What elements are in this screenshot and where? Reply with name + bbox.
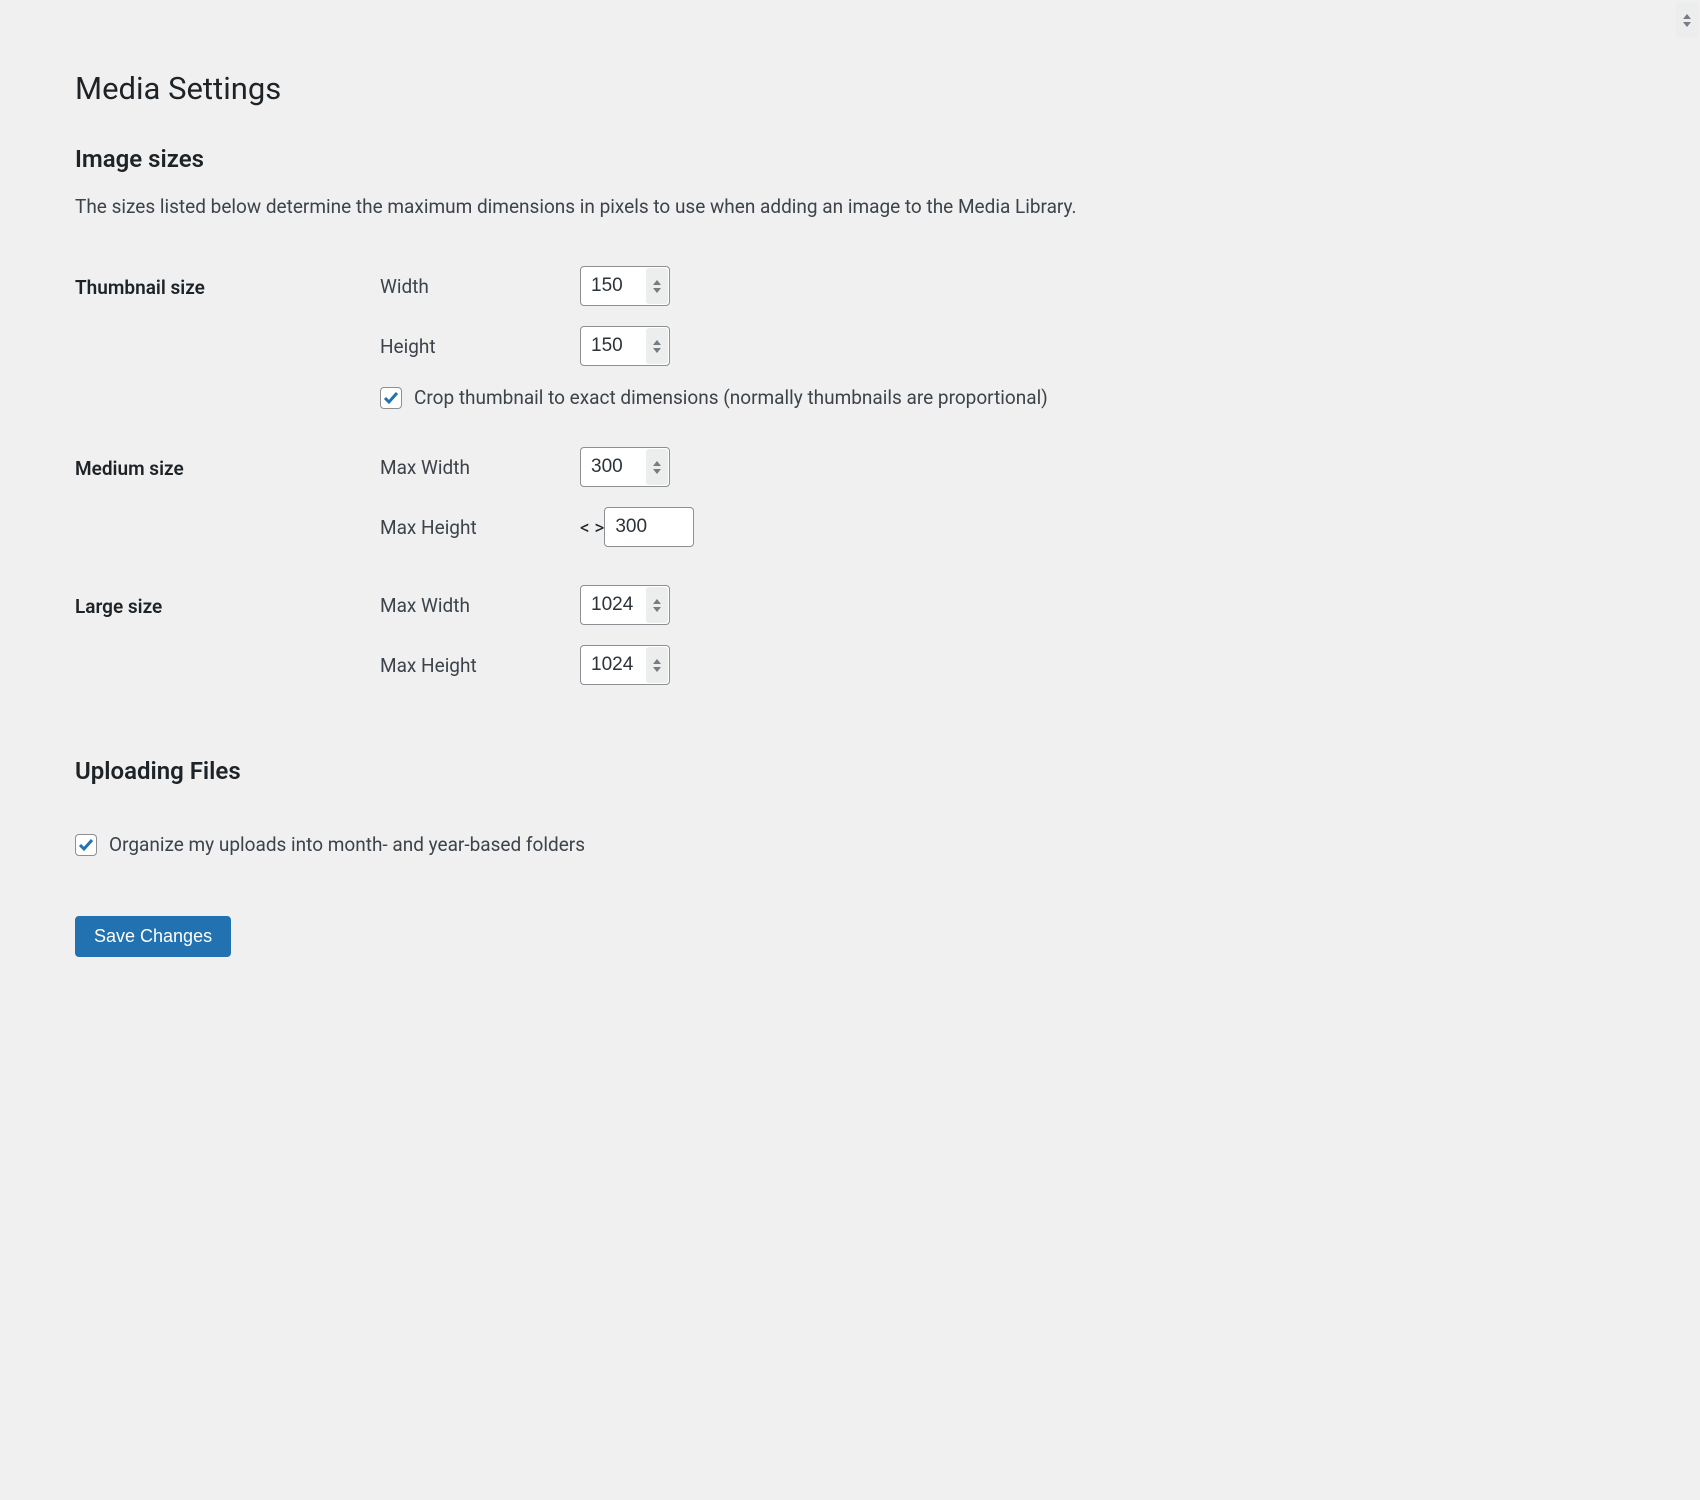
stepper-icon[interactable] <box>646 449 668 485</box>
large-group-label: Large size <box>75 585 380 723</box>
chevron-up-icon <box>653 280 661 285</box>
page-title: Media Settings <box>75 70 1625 107</box>
stepper-icon[interactable] <box>646 587 668 623</box>
organize-uploads-label: Organize my uploads into month- and year… <box>109 833 585 856</box>
chevron-up-icon <box>1683 14 1691 19</box>
thumbnail-height-label: Height <box>380 335 580 358</box>
settings-table: Thumbnail size Width Height <box>75 266 1625 723</box>
chevron-down-icon <box>1683 22 1691 27</box>
chevron-up-icon <box>653 340 661 345</box>
image-sizes-description: The sizes listed below determine the max… <box>75 195 1625 218</box>
chevron-down-icon <box>653 607 661 612</box>
thumbnail-crop-checkbox[interactable] <box>380 387 402 409</box>
stepper-icon[interactable] <box>1676 2 1698 38</box>
stepper-icon[interactable] <box>646 268 668 304</box>
medium-max-height-label: Max Height <box>380 516 580 539</box>
check-icon <box>383 390 399 406</box>
image-sizes-heading: Image sizes <box>75 145 1625 173</box>
chevron-up-icon <box>653 461 661 466</box>
chevron-up-icon <box>653 599 661 604</box>
thumbnail-width-label: Width <box>380 275 580 298</box>
save-changes-button[interactable]: Save Changes <box>75 916 231 957</box>
large-max-height-label: Max Height <box>380 654 580 677</box>
chevron-down-icon <box>653 348 661 353</box>
thumbnail-crop-label: Crop thumbnail to exact dimensions (norm… <box>414 386 1048 409</box>
uploading-files-heading: Uploading Files <box>75 757 1625 785</box>
stepper-icon[interactable] <box>646 647 668 683</box>
thumbnail-group-label: Thumbnail size <box>75 266 380 447</box>
chevron-down-icon <box>653 469 661 474</box>
medium-max-height-input[interactable] <box>604 507 694 547</box>
check-icon <box>78 837 94 853</box>
medium-group-label: Medium size <box>75 447 380 585</box>
chevron-down-icon <box>653 288 661 293</box>
organize-uploads-checkbox[interactable] <box>75 834 97 856</box>
medium-max-width-label: Max Width <box>380 456 580 479</box>
large-max-width-label: Max Width <box>380 594 580 617</box>
stepper-icon[interactable] <box>646 328 668 364</box>
chevron-down-icon <box>653 667 661 672</box>
chevron-up-icon <box>653 659 661 664</box>
